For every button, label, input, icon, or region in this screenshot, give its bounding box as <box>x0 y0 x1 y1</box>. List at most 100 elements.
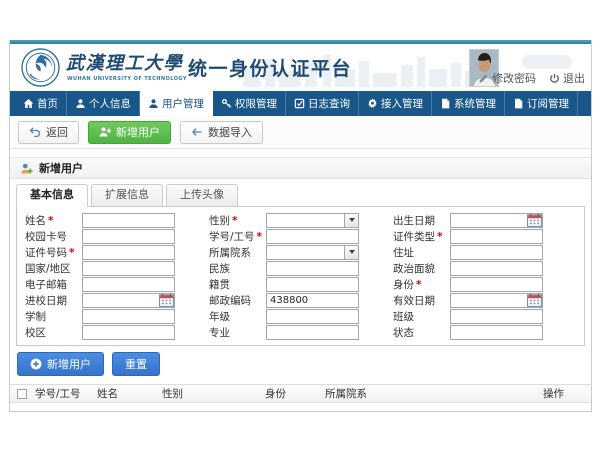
calendar-icon <box>159 293 174 307</box>
required-marker: * <box>257 231 263 243</box>
import-data-button[interactable]: 数据导入 <box>180 121 263 144</box>
reset-button[interactable]: 重置 <box>112 352 160 376</box>
id-type-field: 证件类型* <box>393 228 577 244</box>
nav-tab-home[interactable]: 首页 <box>10 91 67 116</box>
change-password-link[interactable]: 修改密码 <box>478 70 536 86</box>
field-label: 有效日期 <box>393 295 435 307</box>
tab-extended-info[interactable]: 扩展信息 <box>91 184 163 206</box>
nav-tab-label: 接入管理 <box>381 96 423 111</box>
back-icon <box>29 126 41 138</box>
id-type-field-input[interactable] <box>450 229 543 244</box>
gender-field: 性别* <box>209 212 393 228</box>
student-id-field-input[interactable] <box>266 229 359 244</box>
pencil-icon <box>478 73 489 84</box>
schooling-length-field-input[interactable] <box>82 309 175 324</box>
user-add-icon <box>99 126 111 138</box>
enrollment-date-field: 进校日期 <box>25 292 209 308</box>
identity-field-input[interactable] <box>450 277 543 292</box>
import-icon <box>191 126 203 138</box>
address-field-input[interactable] <box>450 245 543 260</box>
action-button-label: 重置 <box>125 356 147 372</box>
gender-field-input[interactable] <box>266 213 344 228</box>
email-field-input[interactable] <box>82 277 175 292</box>
calendar-button[interactable] <box>527 293 543 308</box>
back-button[interactable]: 返回 <box>18 121 79 144</box>
plus-circle-icon <box>30 358 42 370</box>
tab-upload-avatar[interactable]: 上传头像 <box>166 184 238 206</box>
field-label: 身份 <box>393 279 414 291</box>
calendar-button[interactable] <box>159 293 175 308</box>
major-field-input[interactable] <box>266 325 359 340</box>
nav-tab-system-mgmt[interactable]: 系统管理 <box>432 91 505 116</box>
status-field-input[interactable] <box>450 325 543 340</box>
log-icon <box>294 98 305 109</box>
field-label: 学制 <box>25 311 46 323</box>
name-field: 姓名* <box>25 212 209 228</box>
political-status-field-input[interactable] <box>450 261 543 276</box>
birth-date-field: 出生日期 <box>393 212 577 228</box>
logout-link[interactable]: 退出 <box>549 70 585 86</box>
birth-date-field-input[interactable] <box>450 213 527 228</box>
dropdown-button[interactable] <box>344 213 359 228</box>
class-field-input[interactable] <box>450 309 543 324</box>
calendar-icon <box>527 293 542 307</box>
nav-tab-access-mgmt[interactable]: 接入管理 <box>359 91 432 116</box>
main-nav: 首页个人信息 用户管理 权限管理日志查询 接入管理 系统管理订阅管理 <box>10 91 591 116</box>
native-place-field-input[interactable] <box>266 277 359 292</box>
add-user-button[interactable]: 新增用户 <box>88 121 171 144</box>
nav-tab-profile[interactable]: 个人信息 <box>67 91 140 116</box>
table-column-header: 学号/工号 <box>35 386 97 401</box>
nav-tab-log-query[interactable]: 日志查询 <box>286 91 359 116</box>
nav-tab-subscription-mgmt[interactable]: 订阅管理 <box>505 91 578 116</box>
department-field-input[interactable] <box>266 245 344 260</box>
calendar-button[interactable] <box>527 213 543 228</box>
header-links: 修改密码退出 <box>478 70 585 86</box>
status-field: 状态 <box>393 324 577 340</box>
user-icon <box>148 98 159 109</box>
field-label: 校区 <box>25 327 46 339</box>
field-label: 证件号码 <box>25 247 67 259</box>
valid-date-field-input[interactable] <box>450 293 527 308</box>
nav-tab-label: 权限管理 <box>235 96 277 111</box>
field-label: 专业 <box>209 327 230 339</box>
section-header: 新增用户 <box>10 157 591 179</box>
power-icon <box>549 73 560 84</box>
name-field-input[interactable] <box>82 213 175 228</box>
table-column-header: 姓名 <box>97 386 162 401</box>
student-id-field: 学号/工号* <box>209 228 393 244</box>
id-number-field-input[interactable] <box>82 245 175 260</box>
toolbar: 返回新增用户数据导入 <box>10 116 591 149</box>
field-label: 邮政编码 <box>209 295 251 307</box>
platform-title: 统一身份认证平台 <box>188 54 352 81</box>
ethnicity-field-input[interactable] <box>266 261 359 276</box>
tab-basic-info[interactable]: 基本信息 <box>16 184 88 207</box>
field-label: 姓名 <box>25 215 46 227</box>
dropdown-button[interactable] <box>344 245 359 260</box>
nav-tab-label: 用户管理 <box>162 96 204 111</box>
grade-field: 年级 <box>209 308 393 324</box>
enrollment-date-field-input[interactable] <box>82 293 159 308</box>
nav-tab-permission-mgmt[interactable]: 权限管理 <box>213 91 286 116</box>
select-all-checkbox[interactable] <box>17 389 27 399</box>
ethnicity-field: 民族 <box>209 260 393 276</box>
required-marker: * <box>416 279 422 291</box>
nav-tab-label: 系统管理 <box>454 96 496 111</box>
results-table-header: 学号/工号姓名性别身份所属院系操作 <box>10 384 591 403</box>
postal-code-field-input[interactable] <box>266 293 359 308</box>
campus-card-field-input[interactable] <box>82 229 175 244</box>
nav-tab-user-mgmt[interactable]: 用户管理 <box>140 91 213 116</box>
tab-label: 上传头像 <box>180 188 224 201</box>
gear-icon <box>367 98 378 109</box>
campus-card-field: 校园卡号 <box>25 228 209 244</box>
table-column-header: 性别 <box>162 386 265 401</box>
submit-add-user-button[interactable]: 新增用户 <box>17 352 104 376</box>
key-icon <box>221 98 232 109</box>
chevron-down-icon <box>349 218 355 222</box>
campus-field-input[interactable] <box>82 325 175 340</box>
class-field: 班级 <box>393 308 577 324</box>
field-label: 进校日期 <box>25 295 67 307</box>
field-label: 证件类型 <box>393 231 435 243</box>
field-label: 所属院系 <box>209 247 251 259</box>
country-field-input[interactable] <box>82 261 175 276</box>
grade-field-input[interactable] <box>266 309 359 324</box>
